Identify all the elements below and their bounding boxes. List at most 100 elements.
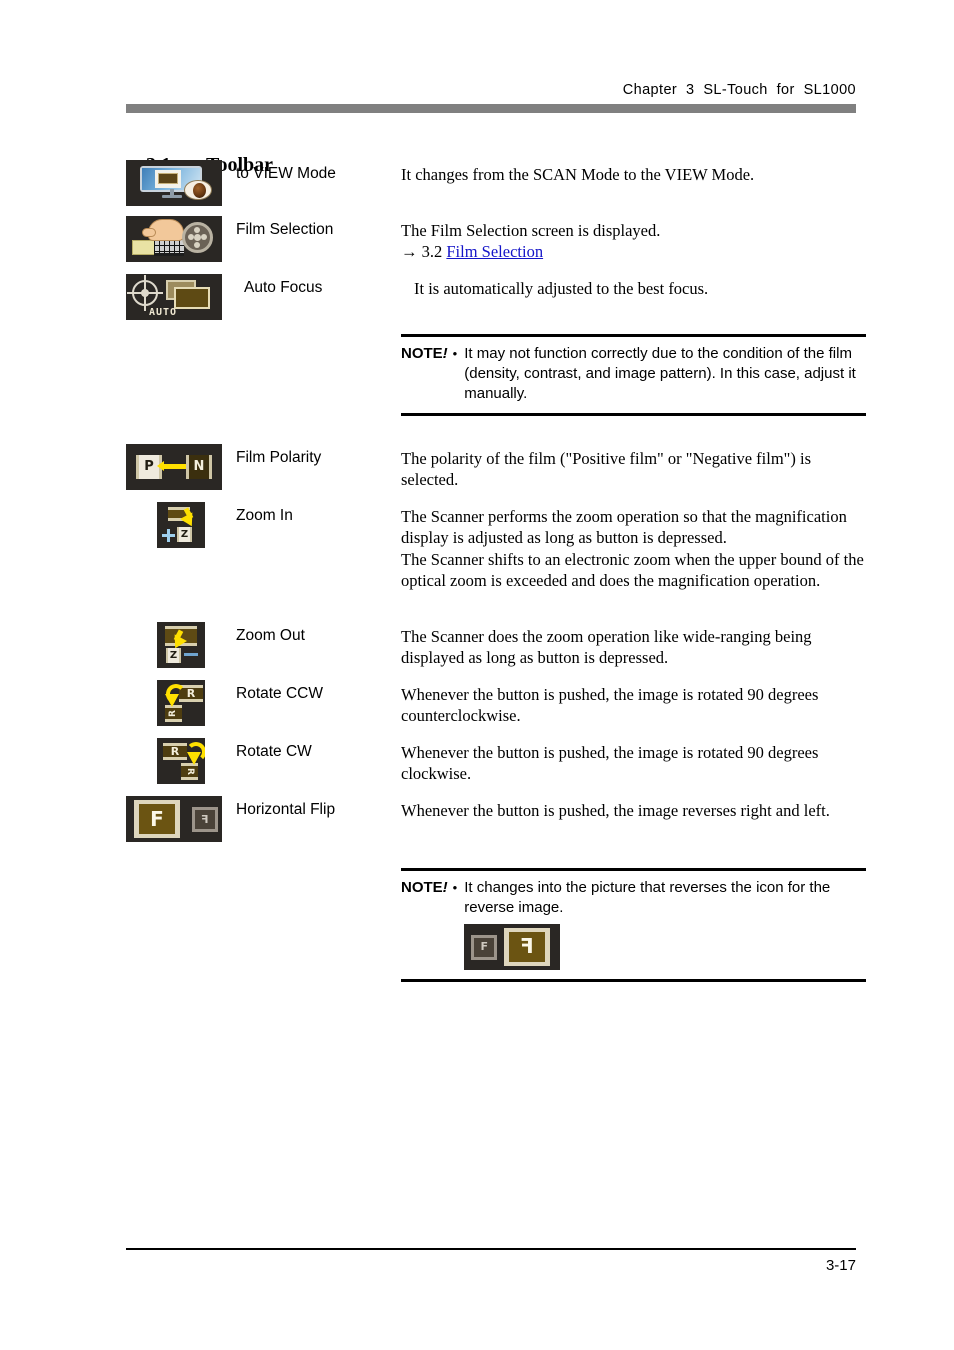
note-horizontal-flip: NOTE! • It changes into the picture that…	[401, 867, 866, 982]
row-label: Film Polarity	[236, 448, 322, 466]
row-label: Horizontal Flip	[236, 800, 336, 818]
minus-icon	[184, 652, 198, 656]
note-label-text: NOTE	[401, 345, 443, 362]
icon-cell: Z	[126, 621, 236, 668]
arrow-head-ccw	[165, 693, 179, 707]
arrow-glyph: →	[401, 242, 418, 262]
row-description: The Film Selection screen is displayed. …	[401, 216, 866, 263]
row-description: It is automatically adjusted to the best…	[409, 274, 866, 299]
note-label-text: NOTE	[401, 878, 443, 896]
row-description: The Scanner does the zoom operation like…	[401, 622, 866, 669]
row-description: The Scanner performs the zoom operation …	[401, 502, 866, 592]
page-header: Chapter 3 SL-Touch for SL1000	[126, 82, 856, 113]
flip-frame-secondary: F	[471, 934, 498, 960]
description-paragraph: It changes from the SCAN Mode to the VIE…	[401, 165, 755, 184]
table-row: Z Zoom In The Scanner performs the zoom …	[126, 501, 866, 622]
cross-reference-line: → 3.2 Film Selection	[401, 241, 866, 262]
note-paragraph: It may not function correctly due to the…	[464, 345, 856, 402]
table-row: Z Zoom Out The Scanner does the zoom ope…	[126, 621, 866, 680]
flip-frame-primary: F	[134, 799, 180, 838]
to-view-mode-icon[interactable]	[126, 160, 222, 206]
auto-label: AUTO	[149, 307, 178, 318]
icon-cell: R R	[126, 737, 236, 784]
flip-glyph: F	[480, 939, 488, 953]
note-text: It changes into the picture that reverse…	[464, 878, 866, 970]
note-label: NOTE!	[401, 878, 452, 898]
document-page: Chapter 3 SL-Touch for SL1000 3.1Toolbar	[0, 0, 954, 1350]
description-paragraph: The Film Selection screen is displayed.	[401, 221, 661, 240]
table-row: R R Rotate CCW Whenever the button is pu…	[126, 679, 866, 738]
film-polarity-icon[interactable]: P N	[126, 443, 222, 490]
eye-icon	[184, 180, 212, 200]
note-content-row: NOTE! • It may not function correctly du…	[401, 344, 866, 404]
zoom-glyph: Z	[166, 647, 181, 663]
reference-number: 3.2	[421, 242, 443, 262]
rotate-glyph: R	[170, 744, 180, 758]
rotate-ccw-icon[interactable]: R R	[157, 679, 205, 726]
rotate-glyph: R	[185, 767, 195, 775]
note-paragraph: It changes into the picture that reverse…	[464, 878, 831, 916]
note-text: It may not function correctly due to the…	[464, 344, 866, 404]
note-cell: NOTE! • It changes into the picture that…	[401, 867, 866, 982]
flip-frame-primary: F	[504, 927, 551, 966]
positive-glyph: P	[144, 459, 154, 475]
icon-cell: P N	[126, 443, 236, 490]
horizontal-flip-reversed-icon[interactable]: F F	[464, 923, 561, 970]
plus-icon	[162, 528, 175, 542]
note-icon-wrapper: F F	[464, 918, 866, 970]
reel-hole	[201, 234, 207, 240]
row-description: Whenever the button is pushed, the image…	[401, 796, 866, 821]
reel-hole	[194, 242, 200, 248]
rotate-cw-icon[interactable]: R R	[157, 737, 205, 784]
description-paragraph: Whenever the button is pushed, the image…	[401, 684, 819, 726]
icon-cell: Z	[126, 501, 236, 548]
row-label: Auto Focus	[244, 279, 323, 296]
note-bullet: •	[452, 879, 458, 895]
target-circle-icon	[132, 280, 158, 306]
page-footer: 3-17	[126, 1248, 856, 1274]
note-row-wrapper: NOTE! • It may not function correctly du…	[126, 334, 866, 416]
description-paragraph: It is automatically adjusted to the best…	[414, 279, 709, 298]
film-selection-link[interactable]: Film Selection	[446, 242, 543, 261]
table-row: P N Film Polarity The polarity of the fi…	[126, 443, 866, 502]
note-label: NOTE!	[401, 344, 452, 364]
film-frame-rotated: R	[165, 704, 182, 722]
note-bang: !	[442, 878, 448, 896]
icon-cell	[126, 216, 236, 262]
table-row: R R Rotate CW Whenever the button is pus…	[126, 737, 866, 796]
hand-shape	[142, 219, 184, 241]
toolbar-description-list: to VIEW Mode It changes from the SCAN Mo…	[126, 160, 866, 982]
table-row: F F Horizontal Flip Whenever the button …	[126, 795, 866, 854]
rotate-glyph: R	[168, 709, 178, 717]
horizontal-flip-icon[interactable]: F F	[126, 795, 222, 842]
row-label: Zoom Out	[236, 626, 305, 644]
description-paragraph: Whenever the button is pushed, the image…	[401, 800, 830, 820]
row-description: Whenever the button is pushed, the image…	[401, 738, 866, 785]
film-frame-rotated: R	[181, 762, 198, 780]
zoom-out-icon[interactable]: Z	[157, 621, 205, 668]
note-bullet: •	[452, 346, 458, 361]
monitor-stand	[162, 195, 182, 198]
flip-frame-secondary: F	[192, 806, 218, 832]
film-frame-front	[174, 287, 210, 309]
row-label: Rotate CCW	[236, 684, 323, 702]
note-cell: NOTE! • It may not function correctly du…	[401, 334, 866, 416]
row-label: Rotate CW	[236, 742, 312, 760]
zoom-in-icon[interactable]: Z	[157, 501, 205, 548]
note-bang: !	[442, 345, 448, 362]
flip-glyph-mirrored: F	[520, 934, 535, 959]
auto-focus-icon[interactable]: AUTO	[126, 274, 222, 320]
page-number: 3-17	[825, 1257, 856, 1274]
description-paragraph: The Scanner shifts to an electronic zoom…	[401, 549, 864, 591]
row-label: Zoom In	[236, 506, 293, 524]
description-paragraph: The polarity of the film ("Positive film…	[401, 448, 812, 490]
row-description: The polarity of the film ("Positive film…	[401, 444, 866, 491]
arrow-head-cw	[187, 751, 201, 765]
film-reel-shape	[182, 222, 213, 253]
film-selection-icon[interactable]	[126, 216, 222, 262]
reel-hole	[188, 234, 194, 240]
icon-cell: R R	[126, 679, 236, 726]
negative-film-frame: N	[186, 454, 212, 479]
table-row: AUTO Auto Focus It is automatically adju…	[126, 274, 866, 320]
description-paragraph: Whenever the button is pushed, the image…	[401, 742, 819, 784]
